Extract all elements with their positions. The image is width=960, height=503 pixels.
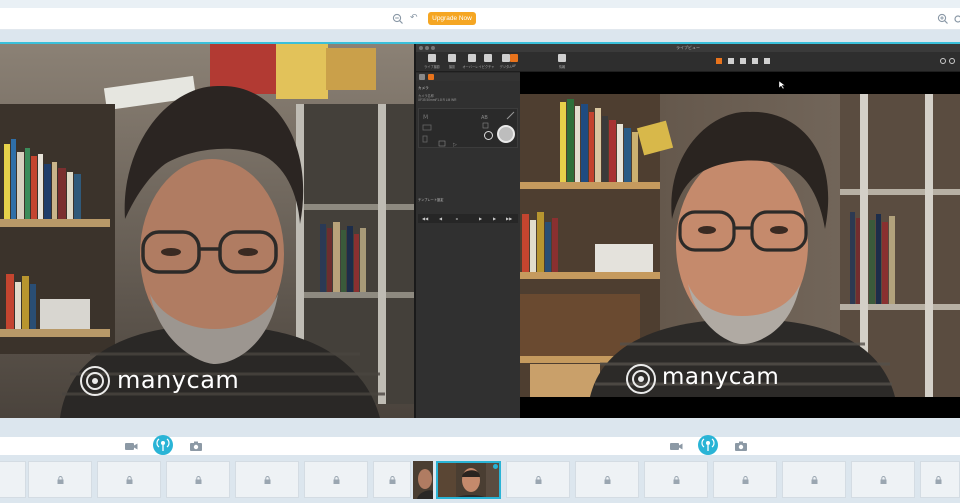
locked-slot[interactable] [920,461,960,498]
zoom-tools[interactable] [921,57,957,67]
live-view-area[interactable]: manycam [520,72,960,418]
lock-icon [126,476,133,484]
lock-icon [935,476,942,484]
camera-app-window: ライブビュー ライブ撮影 撮影 オーバーレイ ピクチャ デジタル AF 情報 カ… [416,44,960,418]
locked-slot[interactable] [713,461,777,498]
mail-icon [484,54,492,62]
broadcast-icon[interactable] [153,435,173,455]
shutter-button[interactable] [497,125,515,143]
lock-icon [333,476,340,484]
lock-icon [604,476,611,484]
step-back-icon[interactable]: ◂ [454,216,459,221]
locked-slot[interactable] [851,461,915,498]
webcam-scene [0,44,414,418]
lock-icon [811,476,818,484]
window-title: ライブビュー [676,45,700,50]
lens-detail: XF35 50mmF1.8 R LM WR [418,98,457,102]
active-thumb-scene [438,463,499,497]
gear-icon[interactable] [953,13,960,25]
lock-icon [57,476,64,484]
source-thumbnail-webcam[interactable] [413,461,433,499]
panel-tabs [416,73,520,81]
lock-icon [880,476,887,484]
tool-picture[interactable]: ピクチャ [478,54,498,71]
lock-icon [195,476,202,484]
lock-icon [742,476,749,484]
locked-slot[interactable] [28,461,92,498]
locked-slot[interactable] [644,461,708,498]
broadcast-icon-right[interactable] [698,435,718,455]
lock-icon [264,476,271,484]
window-toolbar: ライブ撮影 撮影 オーバーレイ ピクチャ デジタル AF 情報 [416,52,960,72]
info-icon [558,54,566,62]
template-heading: テンプレート設定 [418,198,444,202]
webcam-thumb [413,461,433,499]
video-icon[interactable] [122,437,140,455]
zoom-in-icon[interactable] [937,13,949,25]
locked-slot[interactable] [166,461,230,498]
camera-control-panel: カメラ カメラ名称 XF35 50mmF1.8 R LM WR M AB ▷ テ… [416,81,520,418]
control-row [0,435,960,455]
af-button[interactable] [484,131,493,140]
lock-icon [535,476,542,484]
tool-shoot[interactable]: 撮影 [446,54,458,71]
locked-slot[interactable] [235,461,299,498]
tool-af[interactable]: AF [504,54,524,71]
af-icon [510,54,518,62]
bottom-bar [0,419,960,503]
live-scene [520,94,960,397]
mouse-cursor-icon [779,81,785,89]
live-view-image: manycam [520,94,960,397]
zoom-out-icon[interactable] [392,13,404,25]
top-toolbar: ↶ Upgrade Now [0,8,960,30]
locked-slot[interactable] [373,461,411,498]
play-icon[interactable]: ▶ [478,216,483,221]
first-icon[interactable]: ◀◀ [422,216,428,221]
locked-slot[interactable] [782,461,846,498]
active-badge-icon [493,464,498,469]
last-icon[interactable]: ▶▶ [506,216,512,221]
svg-text:M: M [423,114,428,121]
rewind-icon[interactable]: ◀ [438,216,443,221]
camera-icon [448,54,456,62]
locked-slot[interactable] [97,461,161,498]
manycam-app: ↶ Upgrade Now manycam ライブビュー ライブ撮影 撮影 オー… [0,0,960,503]
upgrade-now-button[interactable]: Upgrade Now [428,12,476,25]
tab-active[interactable] [428,74,434,80]
list-icon [468,54,476,62]
view-tools[interactable] [716,57,776,67]
forward-icon[interactable]: ▶ [492,216,497,221]
panel-heading: カメラ [418,86,429,90]
locked-slot[interactable] [575,461,639,498]
tab-camera[interactable] [419,74,425,80]
video-icon-right[interactable] [667,437,685,455]
locked-slot[interactable] [0,461,26,498]
svg-text:AB: AB [481,115,488,121]
svg-text:▷: ▷ [453,142,457,148]
undo-button[interactable]: ↶ [410,12,418,23]
window-titlebar: ライブビュー [416,44,960,52]
pause-icon [428,54,436,62]
camera-icon[interactable] [187,437,205,455]
top-strip [0,0,960,8]
playback-controls: ◀◀ ◀ ◂ ▶ ▶ ▶▶ [418,214,518,223]
camera-icon-right[interactable] [732,437,750,455]
live-watermark-text: manycam [662,364,780,390]
lock-icon [673,476,680,484]
tool-live[interactable]: ライブ撮影 [420,54,444,71]
locked-slot[interactable] [304,461,368,498]
source-thumbnail-active[interactable] [436,461,501,499]
tool-info[interactable]: 情報 [552,54,572,71]
locked-slot[interactable] [506,461,570,498]
main-camera-preview[interactable]: manycam [0,44,414,418]
source-thumbnails [0,461,960,501]
lock-icon [389,476,396,484]
left-watermark-text: manycam [117,366,240,394]
